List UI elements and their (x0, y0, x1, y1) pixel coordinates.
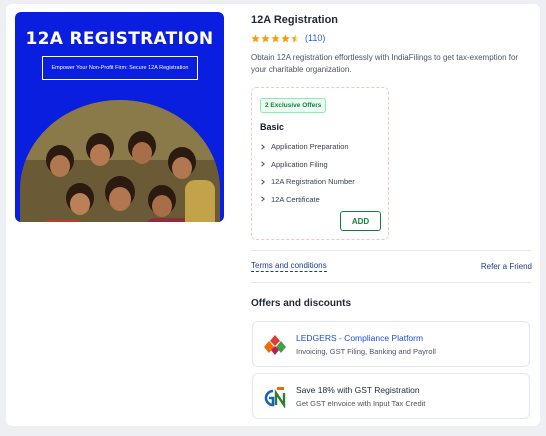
list-item: Application Filing (260, 156, 355, 174)
chevron-right-icon (261, 161, 265, 167)
add-button[interactable]: ADD (340, 211, 381, 231)
hero-title: 12A REGISTRATION (25, 29, 214, 49)
chevron-right-icon (261, 196, 265, 202)
feature-label: Application Filing (271, 159, 328, 169)
divider (251, 250, 531, 251)
chevron-right-icon (261, 144, 265, 150)
offer-subtitle: Invoicing, GST Filing, Banking and Payro… (296, 347, 436, 356)
children-photo (20, 100, 220, 222)
star-icon (271, 33, 280, 42)
star-icon (261, 33, 270, 42)
list-item: 12A Certificate (260, 191, 355, 209)
offers-badge: 2 Exclusive Offers (260, 98, 327, 113)
offer-item-gst[interactable]: Save 18% with GST Registration Get GST e… (252, 373, 530, 419)
refer-friend-link[interactable]: Refer a Friend (481, 262, 532, 271)
offer-subtitle: Get GST eInvoice with Input Tax Credit (296, 399, 426, 408)
gst-logo-icon (264, 387, 286, 408)
plan-name: Basic (260, 122, 285, 132)
rating-count[interactable]: (110) (305, 33, 325, 43)
feature-label: 12A Registration Number (271, 177, 355, 187)
rating[interactable]: (110) (251, 33, 325, 43)
offer-title: LEDGERS - Compliance Platform (296, 333, 424, 343)
offer-card: 2 Exclusive Offers Basic Application Pre… (251, 87, 389, 240)
offers-heading: Offers and discounts (251, 298, 352, 309)
terms-link[interactable]: Terms and conditions (251, 261, 327, 272)
product-title: 12A Registration (251, 14, 339, 26)
star-icon (281, 33, 290, 42)
hero-banner: 12A REGISTRATION Empower Your Non-Profit… (15, 12, 224, 222)
star-icon (251, 33, 260, 42)
list-item: Application Preparation (260, 138, 355, 156)
feature-label: 12A Certificate (271, 194, 320, 204)
ledgers-logo-icon (264, 335, 286, 355)
offer-title: Save 18% with GST Registration (296, 385, 420, 395)
list-item: 12A Registration Number (260, 173, 355, 191)
divider (251, 282, 531, 283)
feature-label: Application Preparation (271, 142, 349, 152)
hero-subtitle: Empower Your Non-Profit Firm: Secure 12A… (42, 56, 198, 80)
product-description: Obtain 12A registration effortlessly wit… (251, 53, 519, 74)
chevron-right-icon (261, 179, 265, 185)
half-star-icon (291, 33, 300, 42)
plan-features: Application Preparation Application Fili… (260, 138, 355, 208)
offer-item-ledgers[interactable]: LEDGERS - Compliance Platform Invoicing,… (252, 321, 530, 367)
